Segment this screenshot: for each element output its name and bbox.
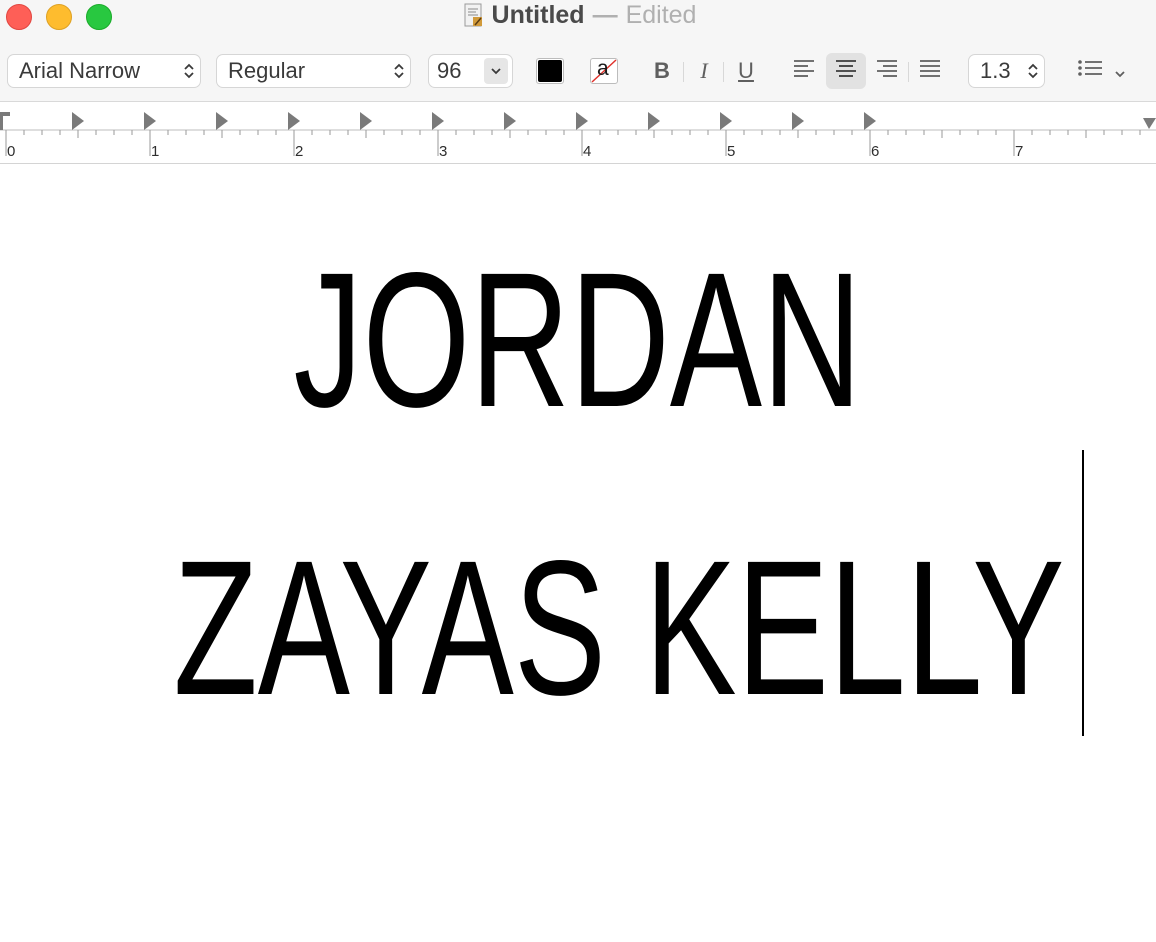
divider [683,62,684,82]
ruler-label: 2 [295,143,303,160]
align-right-button[interactable] [869,54,905,88]
ruler[interactable]: 0 1 2 3 4 5 6 7 [0,102,1156,164]
text-color-swatch [538,60,562,82]
align-center-button[interactable] [826,53,866,89]
font-size-combo[interactable]: 96 [428,54,513,88]
tab-stop-marker[interactable] [792,112,804,130]
tab-stop-marker[interactable] [648,112,660,130]
text-color-well[interactable] [536,58,564,84]
bold-button[interactable]: B [650,54,674,88]
edited-status: Edited [625,0,697,29]
ruler-label: 3 [439,143,447,160]
font-family-popup[interactable]: Arial Narrow [7,54,201,88]
divider [908,62,909,82]
tab-stop-marker[interactable] [432,112,444,130]
divider [723,62,724,82]
line-2-text: ZAYAS KELLY [173,520,1065,735]
align-right-icon [875,58,899,84]
ruler-scale: 0 1 2 3 4 5 6 7 [0,112,1156,160]
ruler-label: 6 [871,143,879,160]
font-style-popup[interactable]: Regular [216,54,411,88]
ruler-label: 5 [727,143,735,160]
justify-button[interactable] [912,54,948,88]
tab-stop-marker[interactable] [144,112,156,130]
ruler-label: 0 [7,143,15,160]
tab-stop-marker[interactable] [864,112,876,130]
chevron-updown-icon [178,56,200,86]
tab-stop-marker[interactable] [360,112,372,130]
line-spacing-value: 1.3 [980,58,1011,83]
right-margin-marker[interactable] [1143,118,1156,129]
background-color-label: a [597,57,609,80]
ruler-label: 1 [151,143,159,160]
align-left-button[interactable] [786,54,822,88]
tab-stop-marker[interactable] [216,112,228,130]
text-caret [1082,450,1084,736]
italic-button[interactable]: I [693,54,715,88]
tab-stop-marker[interactable] [288,112,300,130]
window-title: Untitled [491,0,585,29]
document-icon[interactable] [464,3,484,27]
chevron-down-icon[interactable] [484,58,508,84]
tab-stop-marker[interactable] [576,112,588,130]
tab-stop-marker[interactable] [72,112,84,130]
tab-stop-marker[interactable] [504,112,516,130]
chevron-updown-icon [388,56,410,86]
document-text-area[interactable]: JORDAN ZAYAS KELLY [0,164,1156,942]
chevron-updown-icon [1022,56,1044,86]
bullet-list-icon [1076,58,1104,84]
textedit-window: Untitled — Edited Arial Narrow Regular 9… [0,0,1156,942]
left-indent-marker[interactable] [0,112,10,130]
title-separator: — [592,0,618,29]
align-left-icon [792,58,816,84]
font-family-value: Arial Narrow [19,58,141,83]
background-color-well[interactable]: a [590,57,618,84]
font-style-value: Regular [228,58,306,83]
justify-icon [918,58,942,84]
font-size-value[interactable]: 96 [429,58,484,84]
line-spacing-popup[interactable]: 1.3 [968,54,1045,88]
line-1-text: JORDAN [293,232,863,447]
window-toolbar: Untitled — Edited Arial Narrow Regular 9… [0,0,1156,102]
document-line-2: ZAYAS KELLY [0,520,1156,735]
tab-stop-marker[interactable] [720,112,732,130]
ruler-label: 7 [1015,143,1023,160]
list-style-button[interactable] [1070,54,1132,88]
underline-button[interactable]: U [734,54,758,88]
ruler-label: 4 [583,143,591,160]
document-line-1: JORDAN [0,232,1156,447]
title-bar: Untitled — Edited [0,0,1156,30]
align-center-icon [834,58,858,84]
chevron-down-icon [1114,58,1126,84]
